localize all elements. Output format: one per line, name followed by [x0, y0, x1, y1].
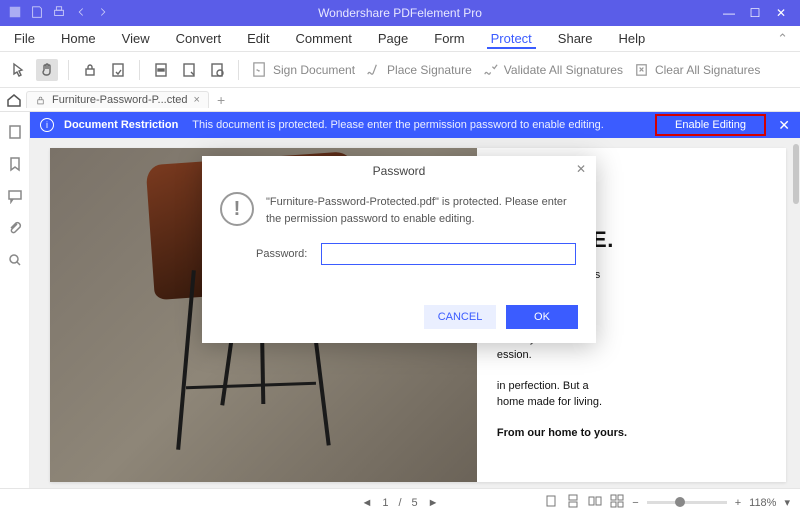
- page-navigator: ◄ 1 / 5 ►: [361, 497, 438, 509]
- undo-icon[interactable]: [74, 5, 88, 22]
- search-icon[interactable]: [7, 252, 23, 268]
- password-dialog: Password ✕ ! "Furniture-Password-Protect…: [202, 156, 596, 343]
- tab-close-icon[interactable]: ×: [194, 94, 200, 106]
- dialog-message: "Furniture-Password-Protected.pdf" is pr…: [266, 192, 578, 227]
- menubar: File Home View Convert Edit Comment Page…: [0, 26, 800, 52]
- zoom-slider-thumb[interactable]: [675, 497, 685, 507]
- view-facing-icon[interactable]: [588, 494, 602, 511]
- enable-editing-button[interactable]: Enable Editing: [655, 114, 766, 136]
- save-icon[interactable]: [30, 5, 44, 22]
- zoom-slider[interactable]: [647, 501, 727, 504]
- place-signature-button[interactable]: Place Signature: [363, 61, 474, 78]
- notice-title: Document Restriction: [64, 119, 178, 131]
- validate-signatures-label: Validate All Signatures: [504, 63, 623, 77]
- doc-line: in perfection. But a: [497, 380, 589, 392]
- separator: [139, 60, 140, 80]
- doc-line: home made for living.: [497, 396, 602, 408]
- dialog-close-icon[interactable]: ✕: [576, 162, 586, 176]
- menu-convert[interactable]: Convert: [172, 29, 226, 48]
- tab-label: Furniture-Password-P...cted: [52, 94, 188, 106]
- restriction-notice: i Document Restriction This document is …: [30, 112, 800, 138]
- exclamation-icon: !: [220, 192, 254, 226]
- place-signature-label: Place Signature: [387, 63, 472, 77]
- validate-signatures-button[interactable]: Validate All Signatures: [480, 61, 625, 78]
- zoom-dropdown-icon[interactable]: ▾: [784, 496, 790, 509]
- select-tool[interactable]: [8, 59, 30, 81]
- close-button[interactable]: ✕: [774, 6, 788, 20]
- document-tab[interactable]: Furniture-Password-P...cted ×: [26, 91, 209, 108]
- notice-text: This document is protected. Please enter…: [192, 119, 604, 131]
- view-grid-icon[interactable]: [610, 494, 624, 511]
- comments-icon[interactable]: [7, 188, 23, 204]
- scrollbar-thumb[interactable]: [793, 144, 799, 204]
- titlebar-quick-icons: [0, 5, 110, 22]
- attachments-icon[interactable]: [7, 220, 23, 236]
- document-tabbar: Furniture-Password-P...cted × +: [0, 88, 800, 112]
- redo-icon[interactable]: [96, 5, 110, 22]
- dialog-title: Password ✕: [202, 156, 596, 188]
- page-prev-icon[interactable]: ◄: [361, 497, 372, 509]
- thumbnails-icon[interactable]: [7, 124, 23, 140]
- page-total: 5: [412, 497, 418, 509]
- redact-tool-1[interactable]: [150, 59, 172, 81]
- info-icon: i: [40, 118, 54, 132]
- separator: [238, 60, 239, 80]
- view-single-icon[interactable]: [544, 494, 558, 511]
- sign-document-label: Sign Document: [273, 63, 355, 77]
- zoom-in-icon[interactable]: +: [735, 497, 741, 509]
- minimize-button[interactable]: —: [722, 6, 736, 20]
- status-right: − + 118% ▾: [544, 494, 790, 511]
- maximize-button[interactable]: ☐: [748, 6, 762, 20]
- menu-protect[interactable]: Protect: [487, 29, 536, 49]
- menu-share[interactable]: Share: [554, 29, 597, 48]
- print-icon[interactable]: [52, 5, 66, 22]
- page-current[interactable]: 1: [382, 497, 388, 509]
- menu-home[interactable]: Home: [57, 29, 100, 48]
- menu-help[interactable]: Help: [615, 29, 650, 48]
- redact-tool-2[interactable]: [178, 59, 200, 81]
- password-label: Password:: [256, 248, 307, 260]
- view-continuous-icon[interactable]: [566, 494, 580, 511]
- bookmarks-icon[interactable]: [7, 156, 23, 172]
- window-controls: — ☐ ✕: [722, 6, 800, 20]
- hand-tool[interactable]: [36, 59, 58, 81]
- menubar-collapse-icon[interactable]: ⌃: [777, 31, 788, 47]
- titlebar: Wondershare PDFelement Pro — ☐ ✕: [0, 0, 800, 26]
- vertical-scrollbar[interactable]: [792, 140, 800, 488]
- side-panel: [0, 112, 30, 488]
- cancel-button[interactable]: CANCEL: [424, 305, 496, 329]
- encrypt-password-tool[interactable]: [79, 59, 101, 81]
- home-icon[interactable]: [6, 92, 22, 108]
- menu-form[interactable]: Form: [430, 29, 468, 48]
- menu-file[interactable]: File: [10, 29, 39, 48]
- add-tab-button[interactable]: +: [217, 92, 225, 108]
- doc-line: ession.: [497, 349, 532, 361]
- menu-page[interactable]: Page: [374, 29, 412, 48]
- app-logo-icon: [8, 5, 22, 22]
- permissions-tool[interactable]: [107, 59, 129, 81]
- statusbar: ◄ 1 / 5 ► − + 118% ▾: [0, 488, 800, 516]
- ok-button[interactable]: OK: [506, 305, 578, 329]
- dialog-title-text: Password: [373, 164, 426, 178]
- window-title: Wondershare PDFelement Pro: [318, 6, 482, 20]
- zoom-out-icon[interactable]: −: [632, 497, 638, 509]
- redact-tool-3[interactable]: [206, 59, 228, 81]
- clear-signatures-label: Clear All Signatures: [655, 63, 760, 77]
- page-next-icon[interactable]: ►: [428, 497, 439, 509]
- menu-view[interactable]: View: [118, 29, 154, 48]
- menu-comment[interactable]: Comment: [292, 29, 356, 48]
- ribbon-toolbar: Sign Document Place Signature Validate A…: [0, 52, 800, 88]
- clear-signatures-button[interactable]: Clear All Signatures: [631, 61, 762, 78]
- lock-icon: [35, 95, 46, 106]
- menu-edit[interactable]: Edit: [243, 29, 273, 48]
- page-sep: /: [398, 497, 401, 509]
- doc-line-bold: From our home to yours.: [497, 427, 627, 439]
- separator: [68, 60, 69, 80]
- sign-document-button[interactable]: Sign Document: [249, 61, 357, 78]
- password-input[interactable]: [321, 243, 576, 265]
- notice-close-icon[interactable]: ✕: [778, 117, 790, 134]
- zoom-level[interactable]: 118%: [749, 497, 776, 509]
